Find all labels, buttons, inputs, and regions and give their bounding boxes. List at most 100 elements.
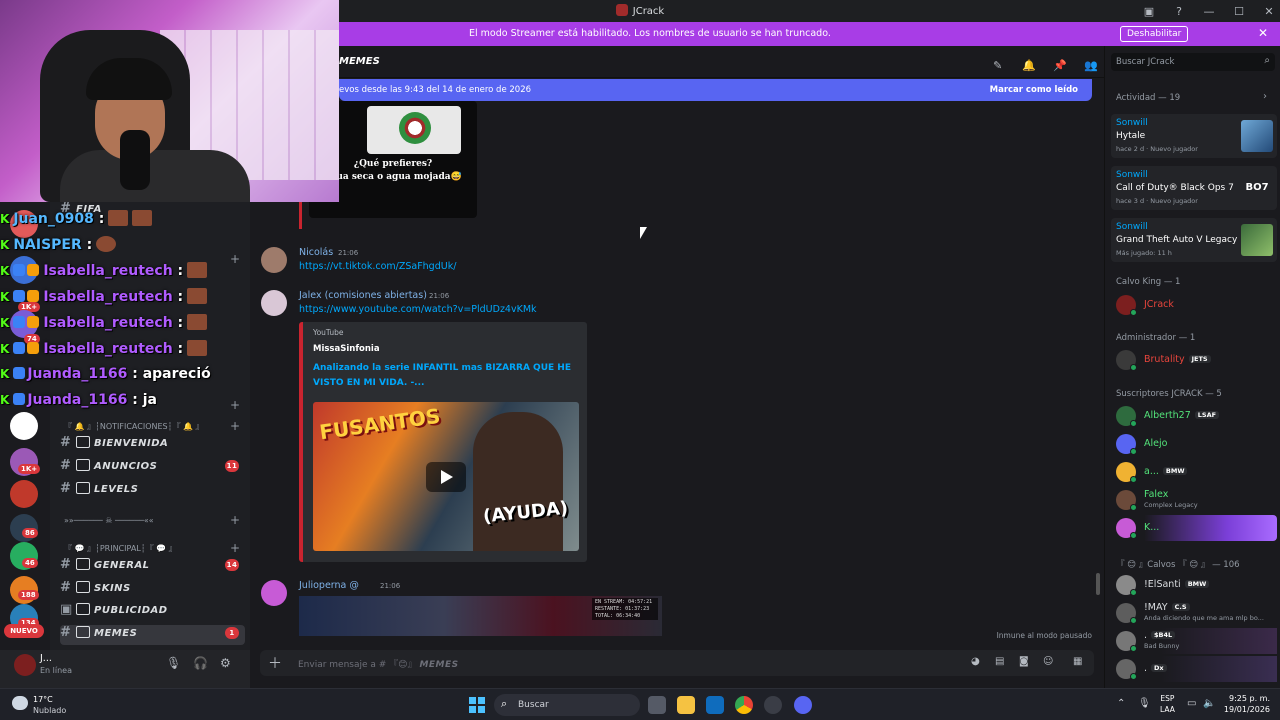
kick-icon: K: [0, 342, 10, 356]
plus-icon[interactable]: +: [230, 541, 240, 555]
member-row[interactable]: Alberth27 LSAF: [1111, 403, 1277, 429]
channel-anuncios[interactable]: # ANUNCIOS 11: [60, 458, 245, 478]
pin-icon[interactable]: 📌: [1047, 59, 1073, 72]
member-row[interactable]: Alejo: [1111, 431, 1277, 457]
member-row[interactable]: . Dx: [1111, 656, 1277, 682]
activity-card[interactable]: Sonwill Grand Theft Auto V Legacy Más ju…: [1111, 218, 1277, 262]
plus-icon[interactable]: +: [230, 513, 240, 527]
network-icon[interactable]: ▭: [1187, 698, 1196, 709]
plus-icon[interactable]: +: [230, 252, 240, 266]
emoji-icon[interactable]: ☺: [1043, 656, 1053, 667]
gift-icon[interactable]: ▦: [1073, 656, 1082, 667]
discord-icon[interactable]: [794, 696, 812, 714]
server-icon[interactable]: [10, 412, 38, 440]
play-icon[interactable]: [426, 462, 466, 492]
skin-icon: [76, 581, 90, 593]
member-row[interactable]: !MAY C.S Anda diciendo que me ama mlp bo.…: [1111, 600, 1277, 626]
activity-header[interactable]: Actividad — 19: [1116, 93, 1180, 103]
member-name: !MAY C.S: [1144, 602, 1190, 613]
member-row[interactable]: !ElSanti BMW: [1111, 572, 1277, 598]
message-author[interactable]: Julioperna @: [299, 580, 359, 591]
close-banner-icon[interactable]: ✕: [1258, 26, 1268, 40]
new-badge[interactable]: NUEVO: [4, 624, 44, 638]
role-header: Suscriptores JCRACK — 5: [1116, 389, 1222, 399]
plus-icon[interactable]: +: [230, 398, 240, 412]
avatar[interactable]: [261, 247, 287, 273]
inbox-icon[interactable]: ▣: [1138, 5, 1160, 18]
user-name[interactable]: J...: [40, 653, 52, 664]
member-name-text: Brutality: [1144, 354, 1185, 365]
video-thumbnail[interactable]: FUSANTOS (AYUDA): [313, 402, 579, 551]
plus-icon[interactable]: +: [230, 419, 240, 433]
settings-gear-icon[interactable]: ⚙: [220, 656, 231, 670]
sticker-icon[interactable]: ◙: [1019, 656, 1029, 667]
channel-publicidad[interactable]: ▣ PUBLICIDAD: [60, 602, 245, 622]
avatar[interactable]: [14, 654, 36, 676]
message-time: 21:06: [380, 582, 401, 590]
app-icon[interactable]: [764, 696, 782, 714]
emote-icon: [187, 314, 208, 330]
channel-memes[interactable]: # MEMES 1: [60, 625, 245, 645]
task-view-icon[interactable]: [648, 696, 666, 714]
mark-as-read-button[interactable]: Marcar como leído: [990, 85, 1078, 95]
activity-meta: hace 2 d · Nuevo jugador: [1116, 145, 1198, 153]
chrome-icon[interactable]: [735, 696, 753, 714]
avatar[interactable]: [261, 290, 287, 316]
disable-streamer-mode-button[interactable]: Deshabilitar: [1120, 26, 1189, 42]
microphone-icon[interactable]: 🎙: [166, 656, 181, 670]
help-icon[interactable]: ?: [1168, 5, 1190, 18]
embed-author[interactable]: MissaSinfonia: [313, 344, 380, 354]
category-notificaciones[interactable]: 『 🔔 』┆NOTIFICACIONES┆『 🔔 』: [64, 421, 244, 432]
headphones-icon[interactable]: 🎧: [193, 656, 208, 670]
minimize-button[interactable]: —: [1198, 5, 1220, 18]
maximize-button[interactable]: ☐: [1228, 5, 1250, 18]
activity-game: Hytale: [1116, 131, 1146, 141]
emote-icon: [187, 288, 208, 304]
member-row[interactable]: . $B4L Bad Bunny: [1111, 628, 1277, 654]
message-link[interactable]: https://vt.tiktok.com/ZSaFhgdUk/: [299, 261, 456, 272]
chevron-right-icon[interactable]: ›: [1263, 91, 1267, 102]
app-launcher-icon[interactable]: ◕: [971, 656, 980, 667]
member-row[interactable]: JCrack: [1111, 292, 1277, 318]
scrollbar[interactable]: [1096, 573, 1100, 595]
chevron-up-icon[interactable]: ⌃: [1117, 698, 1125, 709]
new-messages-bar[interactable]: evos desde las 9:43 del 14 de enero de 2…: [339, 79, 1092, 101]
chat-overlay-line: K Isabella_reutech :: [0, 314, 208, 336]
pause-indicator: Inmune al modo pausado: [996, 631, 1092, 640]
search-input[interactable]: Buscar JCrack ⌕: [1111, 53, 1275, 71]
avatar[interactable]: [261, 580, 287, 606]
channel-general[interactable]: # GENERAL 14: [60, 557, 245, 577]
close-window-button[interactable]: ✕: [1258, 5, 1280, 18]
category-principal[interactable]: 『 💬 』┆PRINCIPAL┆『 💬 』: [64, 543, 244, 554]
add-attachment-icon[interactable]: ＋: [268, 653, 282, 673]
windows-start-icon[interactable]: [469, 697, 485, 713]
microphone-icon[interactable]: 🎙: [1138, 698, 1151, 709]
file-explorer-icon[interactable]: [677, 696, 695, 714]
member-row[interactable]: K...: [1111, 515, 1277, 541]
member-list-icon[interactable]: 👥: [1078, 59, 1104, 72]
notification-bell-icon[interactable]: 🔔: [1016, 59, 1042, 72]
member-row[interactable]: a... BMW: [1111, 459, 1277, 485]
taskbar-search[interactable]: ⌕ Buscar: [494, 694, 640, 716]
channel-skins[interactable]: # SKINS: [60, 580, 245, 600]
volume-icon[interactable]: 🔈: [1203, 698, 1215, 709]
gif-icon[interactable]: ▤: [995, 656, 1004, 667]
activity-card[interactable]: Sonwill Call of Duty® Black Ops 7 hace 3…: [1111, 166, 1277, 210]
embed-title[interactable]: Analizando la serie INFANTIL mas BIZARRA…: [313, 361, 573, 391]
message-author[interactable]: Jalex (comisiones abiertas): [299, 290, 427, 301]
message-composer[interactable]: ＋ Enviar mensaje a # 『😊』 MEMES ◕ ▤ ◙ ☺ ▦: [260, 650, 1094, 676]
stream-screenshot[interactable]: EN STREAM: 04:57:21 RESTANTE: 01:37:23 T…: [299, 596, 662, 636]
channel-bienvenida[interactable]: # BIENVENIDA: [60, 435, 245, 455]
message-link[interactable]: https://www.youtube.com/watch?v=PldUDz4v…: [299, 304, 537, 315]
server-icon[interactable]: [10, 480, 38, 508]
member-row[interactable]: Falex Complex Legacy: [1111, 487, 1277, 513]
clock[interactable]: 9:25 p. m. 19/01/2026: [1224, 693, 1270, 715]
language-indicator[interactable]: ESP LAA: [1160, 693, 1175, 715]
activity-card[interactable]: Sonwill Hytale hace 2 d · Nuevo jugador: [1111, 114, 1277, 158]
member-row[interactable]: Brutality JETS: [1111, 347, 1277, 373]
threads-icon[interactable]: ✎: [985, 59, 1011, 72]
avatar: [1116, 350, 1137, 371]
outlook-icon[interactable]: [706, 696, 724, 714]
channel-levels[interactable]: # LEVELS: [60, 481, 245, 501]
message-author[interactable]: Nicolás: [299, 247, 333, 258]
